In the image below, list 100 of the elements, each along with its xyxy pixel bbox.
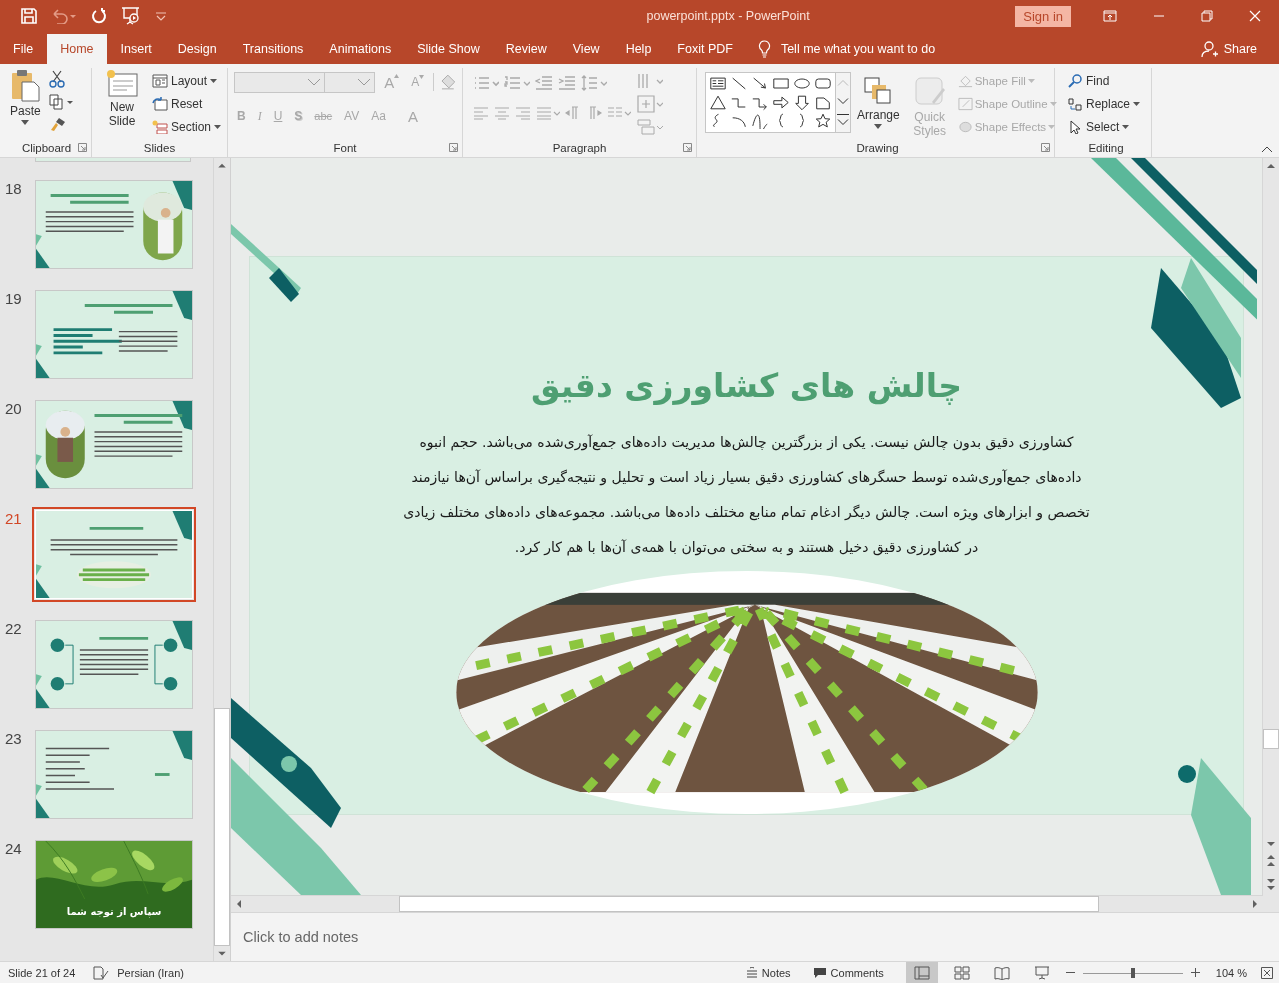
ribbon-tab[interactable]: File (0, 34, 47, 64)
collapse-ribbon-icon[interactable] (1261, 145, 1273, 153)
close-icon[interactable] (1249, 10, 1261, 22)
zoom-slider[interactable] (1082, 965, 1183, 980)
sign-in-button[interactable]: Sign in (1015, 5, 1071, 27)
horizontal-scrollbar[interactable] (231, 895, 1263, 912)
text-box-icon[interactable] (709, 75, 727, 92)
slide-thumbnail[interactable] (35, 730, 193, 819)
slide-command-button[interactable]: Section (152, 118, 222, 136)
fit-to-window-icon[interactable] (1261, 966, 1273, 979)
slide-thumbnail[interactable] (35, 620, 193, 709)
notes-field[interactable]: Click to add notes (241, 928, 545, 946)
presentation-icon[interactable] (121, 7, 141, 25)
replace-icon (1067, 97, 1083, 111)
slide-body-text: کشاورزی دقیق بدون چالش نیست. یکی از بزرگترین چالش‌ها مدیریت داده‌های جمع‌آوری‌شده می‌باشد. حجم انبوه داده‌های جمع‌آوری‌شده توسط حسگرهای کشاورزی دقیق بسیار زیاد است و تحلیل و نتیجه‌گیری براساس آن‌ها نیازمند تخصص و ابزارهای ویژه است. چالش دیگر ادغام تمام منابع مختلف داده‌ها می‌باشد. مجموعه‌های داده‌های مختلف زیادی در کشاورزی دقیق دخیل هستند و به سختی می‌توان با همه‌ی آن‌ها با هم کار کرد. (403, 433, 1090, 558)
scroll-thumb[interactable] (399, 896, 1099, 912)
star-icon[interactable] (814, 112, 832, 130)
undo-icon[interactable] (51, 8, 77, 24)
group-label: Editing (1088, 142, 1124, 154)
wave-icon[interactable] (751, 112, 769, 130)
group-label: Drawing (856, 142, 899, 154)
zoom-level[interactable]: 104 % (1215, 966, 1247, 979)
slide-thumbnail[interactable] (35, 180, 193, 269)
slide-thumbnail[interactable] (35, 400, 193, 489)
arrange-icon (863, 76, 894, 106)
dialog-launcher-icon[interactable] (683, 143, 692, 152)
slide-number: 22 (4, 620, 23, 639)
dialog-launcher-icon[interactable] (1041, 143, 1050, 152)
ribbon-tab[interactable]: View (559, 34, 613, 64)
slide-command-button[interactable]: Reset (152, 95, 222, 113)
ribbon-tab[interactable]: Animations (316, 34, 405, 64)
reset-icon (152, 97, 168, 111)
cut-icon[interactable] (48, 70, 65, 88)
copy-icon[interactable] (48, 94, 73, 110)
group-label: Clipboard (21, 142, 72, 154)
section-icon (152, 120, 168, 134)
ribbon-tab[interactable]: Design (164, 34, 230, 64)
rectangle-icon[interactable] (772, 75, 790, 92)
share-button[interactable]: Share (1200, 34, 1279, 64)
slide-number: 24 (4, 840, 23, 859)
projector-icon (1033, 965, 1050, 980)
ribbon-display-icon[interactable] (1103, 10, 1117, 22)
thumbnail-caption: سپاس از توجه شما (65, 906, 163, 917)
comment-icon (812, 966, 827, 979)
arrange-button[interactable]: Arrange (855, 68, 902, 139)
ribbon-tab[interactable]: Review (492, 34, 560, 64)
restore-icon[interactable] (1201, 10, 1213, 22)
format-painter-icon[interactable] (48, 116, 67, 132)
customize-caret-icon[interactable] (155, 11, 167, 21)
triangle-icon[interactable] (709, 93, 727, 111)
new-slide-button[interactable]: New Slide (98, 68, 146, 139)
normal-view-icon (913, 965, 930, 980)
save-icon[interactable] (21, 8, 37, 24)
ribbon-tab[interactable]: Foxit PDF (664, 34, 746, 64)
right-arrow-icon[interactable] (772, 93, 790, 111)
quick-styles-icon (913, 76, 946, 108)
editing-command-button[interactable]: Replace (1067, 95, 1145, 113)
editing-command-button[interactable]: Find (1067, 72, 1145, 90)
scroll-thumb[interactable] (1263, 729, 1279, 749)
repeat-icon[interactable] (91, 8, 107, 24)
scroll-thumb[interactable] (214, 708, 230, 946)
slide-number: 19 (4, 290, 23, 309)
slide-command-button[interactable]: Layout (152, 72, 222, 90)
layout-icon (152, 74, 168, 88)
dialog-launcher-icon[interactable] (449, 143, 458, 152)
notes-button[interactable]: Notes (745, 966, 791, 979)
slide-number: 18 (4, 180, 23, 199)
ribbon-tab[interactable]: Transitions (229, 34, 317, 64)
ribbon-tab[interactable]: Help (612, 34, 665, 64)
normal-view-button[interactable] (905, 962, 938, 983)
line-icon[interactable] (730, 75, 748, 92)
zoom-in-icon[interactable] (1190, 968, 1200, 977)
group-label: Font (333, 142, 357, 154)
clipboard-icon (10, 68, 41, 102)
ribbon-tab[interactable]: Home (47, 34, 107, 64)
down-arrow-icon[interactable] (793, 93, 811, 111)
dialog-launcher-icon[interactable] (78, 143, 87, 152)
slide-number: 20 (4, 400, 23, 419)
language-indicator[interactable]: Persian (Iran) (117, 966, 184, 979)
caret-icon (1049, 102, 1057, 106)
chevron-down-icon (357, 78, 372, 86)
slide-scrollbar[interactable] (1262, 158, 1279, 895)
editing-command-button[interactable]: Select (1067, 118, 1145, 136)
spell-check-icon[interactable] (93, 965, 110, 980)
slide-number: 21 (4, 510, 23, 529)
vertical-scrollbar[interactable] (213, 158, 230, 961)
slide-thumbnail[interactable] (35, 840, 193, 929)
group-label: Paragraph (552, 142, 607, 154)
tell-me-search[interactable]: Tell me what you want to do (780, 42, 936, 56)
group-label: Slides (143, 142, 176, 154)
slide-counter: Slide 21 of 24 (8, 966, 76, 979)
comments-button[interactable]: Comments (812, 966, 884, 979)
grid-icon (953, 965, 970, 980)
ribbon-tab[interactable]: Slide Show (404, 34, 493, 64)
notes-icon (745, 967, 758, 978)
slide-thumbnail[interactable] (35, 290, 193, 379)
paste-button[interactable]: Paste (8, 68, 43, 139)
ribbon-tab[interactable]: Insert (107, 34, 165, 64)
cursor-icon (1067, 120, 1083, 134)
caret-icon (1027, 79, 1035, 83)
